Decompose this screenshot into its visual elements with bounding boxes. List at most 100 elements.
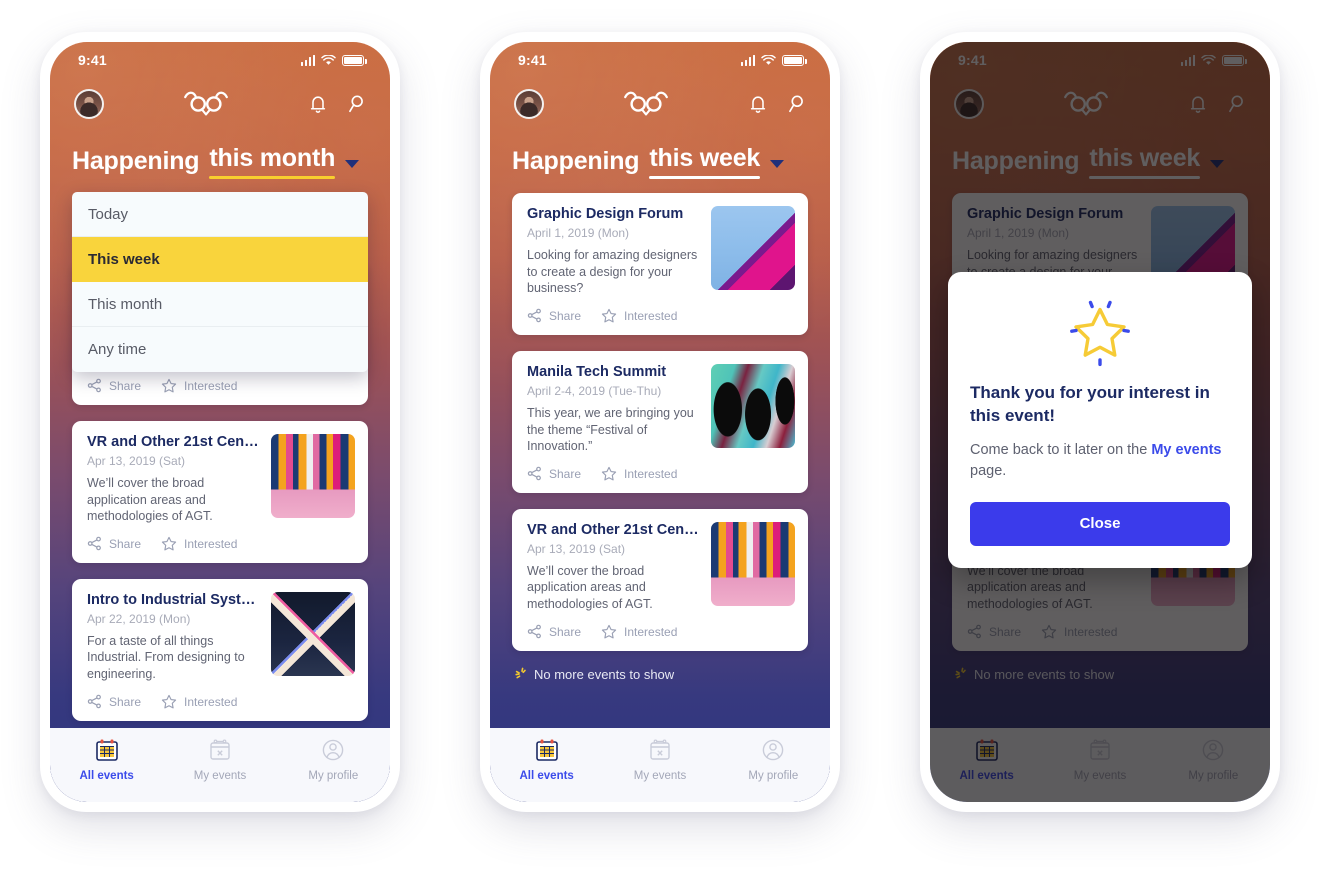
status-icons: [300, 54, 367, 66]
share-label: Share: [549, 624, 582, 639]
share-icon: [527, 624, 541, 639]
status-clock: 9:41: [518, 52, 547, 68]
tab-all-events[interactable]: All events: [490, 737, 603, 782]
period-selector[interactable]: this week: [649, 144, 760, 179]
interested-label: Interested: [624, 624, 678, 639]
period-underline: [209, 176, 336, 179]
app-screen: 9:41: [50, 42, 390, 802]
dropdown-option-today[interactable]: Today: [72, 192, 368, 237]
tab-my-profile[interactable]: My profile: [277, 737, 390, 782]
event-description: For a taste of all things Industrial. Fr…: [87, 633, 245, 681]
calendar-filled-icon: [535, 739, 558, 761]
signal-bars-icon: [740, 54, 755, 66]
tab-label: All events: [79, 770, 134, 782]
calendar-x-icon: [210, 739, 230, 760]
dropdown-option-this-week[interactable]: This week: [72, 237, 368, 282]
share-button[interactable]: Share: [527, 466, 581, 481]
my-events-link[interactable]: My events: [1151, 442, 1221, 458]
avatar[interactable]: [74, 89, 104, 119]
event-card-body: Manila Tech Summit April 2-4, 2019 (Tue-…: [527, 364, 699, 482]
search-icon[interactable]: [786, 93, 806, 115]
app-bar-actions: [308, 93, 366, 115]
event-card-actions: Share Interested: [87, 694, 259, 710]
interested-button[interactable]: Interested: [161, 694, 237, 710]
tab-all-events[interactable]: All events: [50, 737, 163, 782]
period-underline: [649, 176, 761, 179]
event-thumbnail: [711, 363, 795, 448]
event-card[interactable]: VR and Other 21st Century… Apr 13, 2019 …: [512, 508, 808, 651]
share-icon: [87, 536, 101, 551]
share-button[interactable]: Share: [87, 378, 141, 393]
screenshot-canvas: 9:41 Happening this month Share Interest…: [0, 0, 1340, 884]
share-label: Share: [109, 378, 142, 393]
share-label: Share: [109, 694, 142, 709]
event-date: Apr 13, 2019 (Sat): [87, 453, 186, 468]
event-card[interactable]: Manila Tech Summit April 2-4, 2019 (Tue-…: [512, 350, 808, 493]
share-label: Share: [549, 308, 582, 323]
share-button[interactable]: Share: [527, 308, 581, 323]
interested-button[interactable]: Interested: [601, 624, 677, 640]
page-title: Happening this month: [50, 130, 390, 179]
event-card[interactable]: Graphic Design Forum April 1, 2019 (Mon)…: [512, 193, 808, 335]
event-title: VR and Other 21st Century…: [87, 433, 259, 450]
period-dropdown-menu[interactable]: Today This week This month Any time: [72, 192, 368, 372]
bell-icon[interactable]: [748, 93, 768, 115]
share-button[interactable]: Share: [87, 694, 141, 709]
avatar[interactable]: [514, 89, 544, 119]
owl-logo: [624, 91, 668, 116]
page-title: Happening this week: [490, 130, 830, 179]
heading-prefix: Happening: [512, 147, 640, 175]
interested-button[interactable]: Interested: [161, 378, 237, 394]
event-description: We’ll cover the broad application areas …: [527, 563, 653, 611]
event-thumbnail: [271, 591, 355, 676]
chevron-down-icon[interactable]: [345, 159, 360, 168]
calendar-filled-icon: [95, 739, 118, 761]
modal-title: Thank you for your interest in this even…: [970, 383, 1210, 425]
event-card-body: Graphic Design Forum April 1, 2019 (Mon)…: [527, 206, 699, 324]
event-card[interactable]: VR and Other 21st Century… Apr 13, 2019 …: [72, 420, 368, 563]
event-title: Manila Tech Summit: [527, 363, 667, 380]
share-icon: [527, 466, 541, 481]
share-label: Share: [109, 536, 142, 551]
dropdown-option-any-time[interactable]: Any time: [72, 327, 368, 372]
event-card-body: VR and Other 21st Century… Apr 13, 2019 …: [527, 522, 699, 640]
star-outline-icon: [601, 308, 617, 323]
share-button[interactable]: Share: [87, 536, 141, 551]
tab-my-profile[interactable]: My profile: [717, 737, 830, 782]
bell-icon[interactable]: [308, 93, 328, 115]
chevron-down-icon[interactable]: [770, 159, 785, 168]
tab-my-events[interactable]: My events: [603, 737, 716, 782]
period-selector[interactable]: this month: [209, 144, 335, 179]
battery-icon: [342, 54, 367, 66]
star-outline-icon: [161, 378, 177, 393]
event-card-actions: Share Interested: [87, 536, 259, 552]
interested-button[interactable]: Interested: [601, 308, 677, 324]
search-icon[interactable]: [346, 93, 366, 115]
interested-button[interactable]: Interested: [161, 536, 237, 552]
interested-button[interactable]: Interested: [601, 466, 677, 482]
event-card[interactable]: Intro to Industrial Systems Apr 22, 2019…: [72, 578, 368, 721]
interested-label: Interested: [184, 536, 238, 551]
interested-label: Interested: [184, 694, 238, 709]
heading-prefix: Happening: [72, 147, 200, 175]
signal-bars-icon: [300, 54, 315, 66]
status-bar: 9:41: [490, 42, 830, 78]
dropdown-option-this-month[interactable]: This month: [72, 282, 368, 327]
event-date: Apr 22, 2019 (Mon): [87, 611, 191, 626]
close-button[interactable]: Close: [970, 501, 1230, 546]
share-button[interactable]: Share: [527, 624, 581, 639]
event-description: This year, we are bringing you the theme…: [527, 405, 694, 454]
end-of-feed-label: No more events to show: [534, 667, 675, 683]
modal-body: Come back to it later on the My events p…: [970, 440, 1230, 482]
event-date: Apr 13, 2019 (Sat): [527, 541, 626, 556]
end-of-feed-message: No more events to show: [514, 667, 808, 683]
event-card-actions: Share Interested: [527, 624, 699, 640]
interest-confirmation-modal: Thank you for your interest in this even…: [948, 272, 1252, 568]
event-date: April 1, 2019 (Mon): [527, 226, 630, 240]
modal-body-after: page.: [970, 462, 1007, 479]
tab-my-events[interactable]: My events: [163, 737, 276, 782]
star-outline-icon: [601, 624, 617, 639]
profile-globe-icon: [323, 739, 344, 761]
bottom-tab-bar: All events My events: [490, 728, 830, 802]
event-feed: Graphic Design Forum April 1, 2019 (Mon)…: [490, 179, 830, 683]
